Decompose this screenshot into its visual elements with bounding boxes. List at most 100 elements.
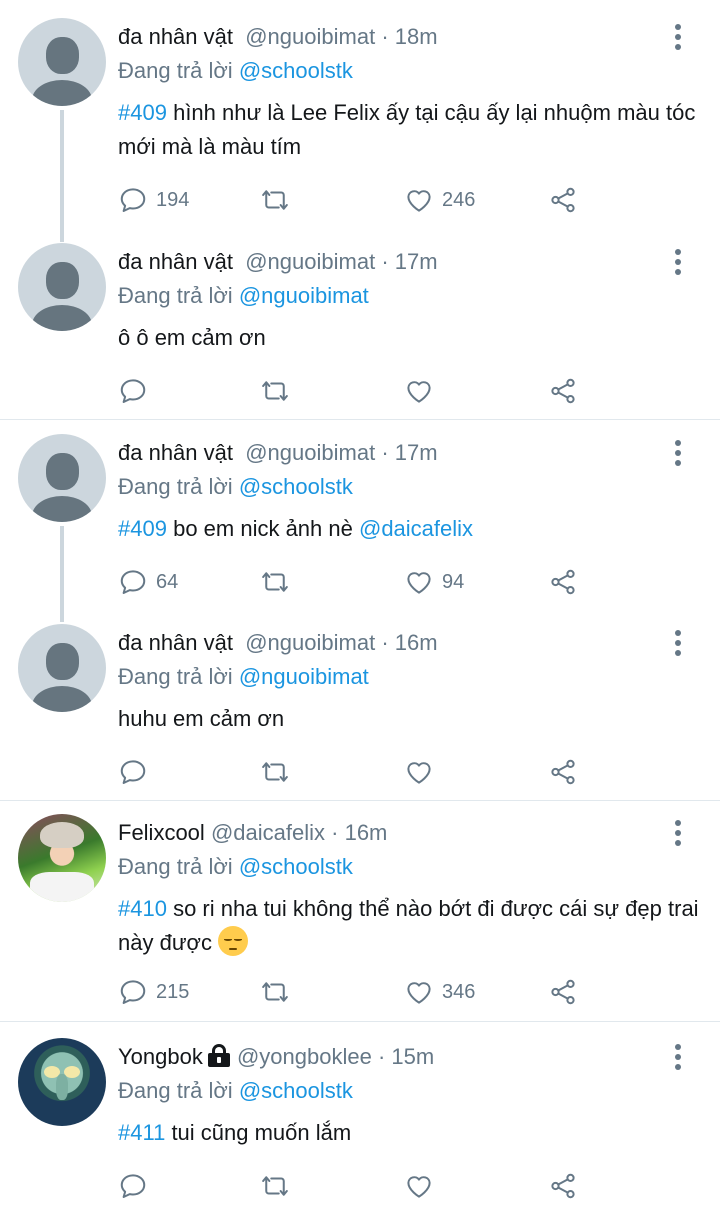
avatar[interactable] [18,624,106,712]
timestamp[interactable]: 17m [395,249,438,274]
like-button[interactable] [404,754,442,790]
share-button[interactable] [548,1168,578,1204]
separator-dot: · [381,249,389,274]
retweet-button[interactable] [260,373,298,409]
heart-icon [407,190,431,212]
reply-to-mention[interactable]: @nguoibimat [239,283,369,308]
avatar[interactable] [18,1038,106,1126]
reply-to-mention[interactable]: @schoolstk [239,854,353,879]
display-name[interactable]: đa nhân vật [118,630,233,655]
hashtag[interactable]: #409 [118,516,167,541]
timestamp[interactable]: 18m [395,24,438,49]
display-name[interactable]: đa nhân vật [118,24,233,49]
reply-icon [120,760,146,784]
like-button[interactable]: 246 [404,182,475,218]
timestamp[interactable]: 16m [395,630,438,655]
separator-dot: · [377,1044,386,1069]
share-button[interactable] [548,564,578,600]
replying-to-label: Đang trả lời [118,474,233,499]
more-options-icon[interactable] [674,820,682,848]
reply-button[interactable]: 215 [118,974,189,1010]
separator-dot: · [381,630,389,655]
tweet[interactable]: đa nhân vật @nguoibimat · 18m Đang trả l… [0,0,720,242]
hashtag[interactable]: #409 [118,100,167,125]
separator-dot: · [331,820,339,845]
share-button[interactable] [548,373,578,409]
like-count: 94 [442,570,465,593]
share-button[interactable] [548,182,578,218]
tweet[interactable]: Felixcool @daicafelix · 16m Đang trả lời… [0,796,720,1020]
timestamp[interactable]: 15m [391,1044,434,1069]
retweet-button[interactable] [260,754,298,790]
retweet-icon [262,381,288,401]
reply-to-mention[interactable]: @nguoibimat [239,664,369,689]
separator-dot: · [381,24,389,49]
retweet-button[interactable] [260,182,298,218]
user-handle[interactable]: @daicafelix [211,820,325,845]
reply-button[interactable] [118,373,156,409]
like-button[interactable]: 94 [404,564,464,600]
user-handle[interactable]: @nguoibimat [245,24,375,49]
retweet-icon [262,572,288,592]
reply-button[interactable]: 194 [118,182,189,218]
reply-button[interactable]: 64 [118,564,178,600]
tweet-actions [118,1168,598,1204]
user-handle[interactable]: @nguoibimat [245,440,375,465]
like-button[interactable] [404,1168,442,1204]
like-button[interactable] [404,373,442,409]
display-name[interactable]: đa nhân vật [118,249,233,274]
user-handle[interactable]: @nguoibimat [245,249,375,274]
tweet-body: tui cũng muốn lắm [171,1120,352,1145]
avatar[interactable] [18,243,106,331]
display-name[interactable]: Yongbok [118,1044,203,1069]
user-handle[interactable]: @yongboklee [237,1044,372,1069]
mention-link[interactable]: @daicafelix [359,516,473,541]
reply-to-mention[interactable]: @schoolstk [239,1078,353,1103]
share-icon [551,759,575,785]
retweet-button[interactable] [260,564,298,600]
hashtag[interactable]: #411 [118,1120,165,1145]
heart-icon [407,982,431,1004]
more-options-icon[interactable] [674,1044,682,1072]
retweet-icon [262,982,288,1002]
avatar[interactable] [18,434,106,522]
reply-to-mention[interactable]: @schoolstk [239,58,353,83]
display-name[interactable]: đa nhân vật [118,440,233,465]
retweet-button[interactable] [260,974,298,1010]
reply-button[interactable] [118,1168,156,1204]
user-handle[interactable]: @nguoibimat [245,630,375,655]
hashtag[interactable]: #410 [118,896,167,921]
timestamp[interactable]: 16m [345,820,388,845]
reply-to-mention[interactable]: @schoolstk [239,474,353,499]
tweet[interactable]: đa nhân vật @nguoibimat · 17m Đang trả l… [0,416,720,622]
heart-icon [407,381,431,403]
display-name[interactable]: Felixcool [118,820,205,845]
reply-icon [120,570,146,594]
reply-button[interactable] [118,754,156,790]
like-button[interactable]: 346 [404,974,475,1010]
reply-count: 215 [156,980,190,1003]
avatar[interactable] [18,814,106,902]
retweet-button[interactable] [260,1168,298,1204]
tweet-body: hình như là Lee Felix ấy tại cậu ấy lại … [118,100,696,159]
reply-icon [120,188,146,212]
replying-to-label: Đang trả lời [118,854,233,879]
reply-icon [120,379,146,403]
more-options-icon[interactable] [674,440,682,468]
share-button[interactable] [548,974,578,1010]
reply-icon [120,980,146,1004]
tweet[interactable]: Yongbok @yongboklee · 15m Đang trả lời @… [0,1020,720,1211]
lock-icon [207,1044,231,1067]
more-options-icon[interactable] [674,630,682,658]
share-button[interactable] [548,754,578,790]
more-options-icon[interactable] [674,249,682,277]
tweet[interactable]: đa nhân vật @nguoibimat · 16m Đang trả l… [0,606,720,800]
tweet-actions [118,754,598,790]
avatar[interactable] [18,18,106,106]
share-icon [551,378,575,404]
more-options-icon[interactable] [674,24,682,52]
tweet-text: huhu em cảm ơn [118,706,285,731]
timestamp[interactable]: 17m [395,440,438,465]
tweet-text: #411 tui cũng muốn lắm [118,1116,700,1150]
tweet[interactable]: đa nhân vật @nguoibimat · 17m Đang trả l… [0,225,720,420]
